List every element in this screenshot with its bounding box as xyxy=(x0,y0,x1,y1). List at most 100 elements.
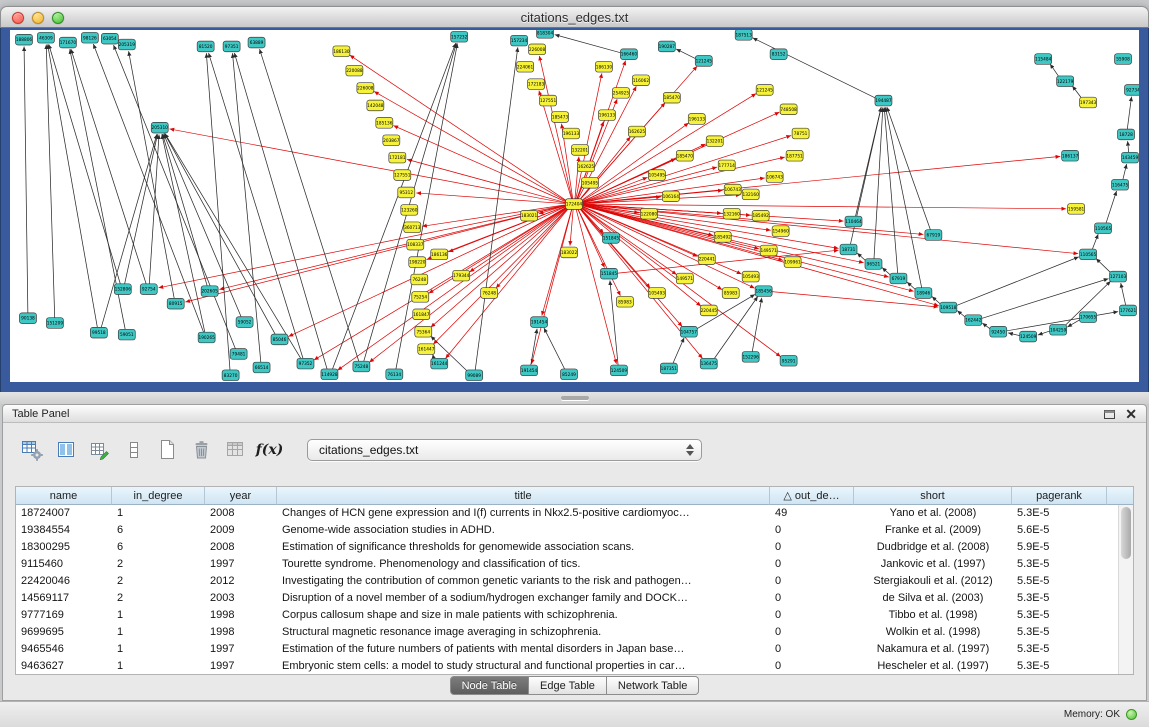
graph-node[interactable]: 177621 xyxy=(1120,305,1137,316)
graph-node[interactable]: 149571 xyxy=(760,245,777,256)
graph-node[interactable]: 97351 xyxy=(223,41,240,52)
table-row[interactable]: 1456911722003Disruption of a novel membe… xyxy=(16,590,1118,607)
graph-edge[interactable] xyxy=(431,207,568,327)
column-header-0[interactable]: name xyxy=(16,487,112,505)
graph-edge[interactable] xyxy=(163,134,208,286)
graph-edge[interactable] xyxy=(407,159,566,202)
graph-node[interactable]: 205319 xyxy=(118,39,135,50)
graph-node[interactable]: 191454 xyxy=(531,317,548,328)
table-cell[interactable]: 1997 xyxy=(205,641,277,658)
graph-node[interactable]: 190265 xyxy=(198,332,215,343)
minimize-window-button[interactable] xyxy=(32,12,44,24)
table-source-dropdown[interactable]: citations_edges.txt xyxy=(307,439,702,461)
graph-node[interactable]: 194487 xyxy=(875,95,892,106)
graph-edge[interactable] xyxy=(1121,283,1126,306)
table-row[interactable]: 946554611997Estimation of the future num… xyxy=(16,641,1118,658)
graph-node[interactable]: 151845 xyxy=(600,268,617,279)
graph-node[interactable]: 122080 xyxy=(640,208,657,219)
graph-edge[interactable] xyxy=(338,207,568,370)
graph-node[interactable]: 196133 xyxy=(688,114,705,125)
graph-edge[interactable] xyxy=(364,43,457,362)
graph-edge[interactable] xyxy=(124,134,157,284)
graph-edge[interactable] xyxy=(544,328,565,370)
table-row[interactable]: 1830029562008Estimation of significance … xyxy=(16,539,1118,556)
graph-node[interactable]: 106743 xyxy=(766,172,783,183)
table-cell[interactable]: 5.3E-5 xyxy=(1012,556,1107,573)
table-cell[interactable]: Estimation of significance thresholds fo… xyxy=(277,539,770,556)
graph-node[interactable]: 85983 xyxy=(722,288,739,299)
panel-splitter[interactable] xyxy=(0,392,1149,404)
graph-node[interactable]: 187351 xyxy=(660,363,677,374)
graph-node[interactable]: 76248 xyxy=(411,274,428,285)
graph-node[interactable]: 360713 xyxy=(404,222,421,233)
graph-node[interactable]: 224061 xyxy=(517,61,534,72)
graph-node[interactable]: 83152 xyxy=(770,49,787,60)
graph-node[interactable]: 114928 xyxy=(321,369,338,380)
graph-node[interactable]: 198220 xyxy=(409,257,426,268)
table-cell[interactable]: Changes of HCN gene expression and I(f) … xyxy=(277,505,770,522)
import-table-button[interactable] xyxy=(223,437,248,462)
graph-edge[interactable] xyxy=(885,107,921,288)
table-cell[interactable]: Disruption of a novel member of a sodium… xyxy=(277,590,770,607)
graph-node[interactable]: 99089 xyxy=(466,370,483,381)
table-cell[interactable]: Genome-wide association studies in ADHD. xyxy=(277,522,770,539)
graph-node[interactable]: 172183 xyxy=(528,79,545,90)
table-cell[interactable]: 5.3E-5 xyxy=(1012,624,1107,641)
tab-edge-table[interactable]: Edge Table xyxy=(529,676,607,695)
table-row[interactable]: 1938455462009Genome-wide association stu… xyxy=(16,522,1118,539)
graph-edge[interactable] xyxy=(582,136,792,203)
graph-node[interactable]: 66514 xyxy=(253,362,270,373)
table-cell[interactable]: 1 xyxy=(112,641,205,658)
column-header-1[interactable]: in_degree xyxy=(112,487,205,505)
graph-node[interactable]: 18728 xyxy=(1118,129,1135,140)
graph-node[interactable]: 108337 xyxy=(407,239,424,250)
graph-node[interactable]: 90138 xyxy=(19,313,36,324)
graph-node[interactable]: 186130 xyxy=(595,61,612,72)
graph-node[interactable]: 152806 xyxy=(114,284,131,295)
table-cell[interactable]: 0 xyxy=(770,573,854,590)
graph-node[interactable]: 76134 xyxy=(386,369,403,380)
table-cell[interactable]: 2009 xyxy=(205,522,277,539)
delete-table-button[interactable] xyxy=(189,437,214,462)
graph-node[interactable]: 18946 xyxy=(915,288,932,299)
graph-node[interactable]: 109518 xyxy=(940,302,957,313)
graph-node[interactable]: 75364 xyxy=(415,326,432,337)
graph-edge[interactable] xyxy=(887,107,931,230)
graph-node[interactable]: 59052 xyxy=(236,317,253,328)
graph-edge[interactable] xyxy=(46,45,54,319)
graph-node[interactable]: 127551 xyxy=(540,95,557,106)
table-cell[interactable]: 9463627 xyxy=(16,658,112,674)
graph-node[interactable]: 226008 xyxy=(529,44,546,55)
graph-node[interactable]: 172404 xyxy=(566,199,583,210)
graph-node[interactable]: 136475 xyxy=(700,358,717,369)
table-settings-button[interactable] xyxy=(19,437,44,462)
graph-node[interactable]: 106164 xyxy=(662,191,679,202)
graph-edge[interactable] xyxy=(393,126,566,203)
graph-node[interactable]: 220441 xyxy=(698,254,715,265)
table-cell[interactable]: 5.6E-5 xyxy=(1012,522,1107,539)
graph-node[interactable]: 110565 xyxy=(1095,223,1112,234)
graph-edge[interactable] xyxy=(956,257,1079,306)
graph-node[interactable]: 185136 xyxy=(376,118,393,129)
graph-edge[interactable] xyxy=(206,53,230,370)
table-cell[interactable]: Corpus callosum shape and size in male p… xyxy=(277,607,770,624)
column-header-6[interactable]: pagerank xyxy=(1012,487,1107,505)
graph-node[interactable]: 179344 xyxy=(453,270,470,281)
graph-edge[interactable] xyxy=(24,46,28,313)
graph-node[interactable]: 85249 xyxy=(561,369,578,380)
table-cell[interactable]: 5.3E-5 xyxy=(1012,505,1107,522)
table-cell[interactable]: 1 xyxy=(112,658,205,674)
graph-edge[interactable] xyxy=(577,208,604,267)
graph-node[interactable]: 151209 xyxy=(46,318,63,329)
table-cell[interactable]: Tourette syndrome. Phenomenology and cla… xyxy=(277,556,770,573)
graph-edge[interactable] xyxy=(579,208,682,327)
table-cell[interactable]: Wolkin et al. (1998) xyxy=(854,624,1012,641)
graph-node[interactable]: 196133 xyxy=(598,110,615,121)
graph-edge[interactable] xyxy=(610,280,618,365)
graph-node[interactable]: 187751 xyxy=(786,150,803,161)
graph-edge[interactable] xyxy=(49,44,121,284)
table-cell[interactable]: 2 xyxy=(112,590,205,607)
table-cell[interactable]: 2008 xyxy=(205,505,277,522)
table-cell[interactable]: Structural magnetic resonance image aver… xyxy=(277,624,770,641)
graph-node[interactable]: 46309 xyxy=(37,32,54,43)
